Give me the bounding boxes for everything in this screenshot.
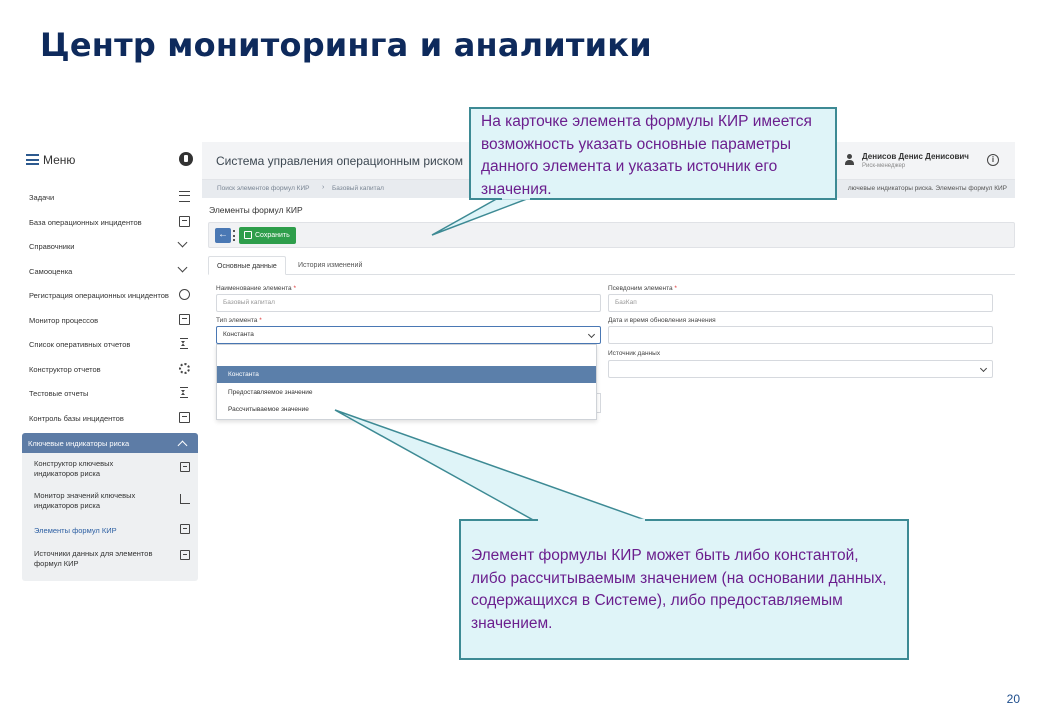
date-field-label: Дата и время обновления значения: [608, 317, 716, 324]
sidebar-subitem-label: Элементы формул КИР: [34, 526, 117, 535]
user-name[interactable]: Денисов Денис Денисович: [862, 152, 969, 161]
bar-chart-icon: [180, 494, 190, 504]
sidebar-item-label: Регистрация операционных инцидентов: [29, 291, 169, 300]
chevron-up-icon: [177, 440, 188, 451]
sidebar-item-label: Самооценка: [29, 267, 73, 276]
element-name-input[interactable]: Базовый капитал: [216, 294, 601, 312]
document-icon: [180, 550, 190, 560]
slide-title: Центр мониторинга и аналитики: [40, 26, 652, 64]
tab-change-history[interactable]: История изменений: [290, 256, 370, 275]
element-alias-input[interactable]: БазКап: [608, 294, 993, 312]
sidebar-item-label: Монитор процессов: [29, 316, 99, 325]
alias-label-text: Псевдоним элемента: [608, 285, 673, 292]
sidebar-item-label: Конструктор отчетов: [29, 365, 101, 374]
sidebar-item-label: Список оперативных отчетов: [29, 340, 131, 349]
sidebar-item-references[interactable]: Справочники: [22, 234, 198, 258]
element-type-value: Константа: [223, 331, 254, 338]
type-label-text: Тип элемента: [216, 317, 258, 324]
monitor-icon: [179, 314, 190, 325]
sidebar-section-kri: Ключевые индикаторы риска Конструктор кл…: [22, 433, 198, 581]
pin-icon[interactable]: [179, 152, 193, 166]
save-button-label: Сохранить: [255, 232, 290, 239]
sidebar-item-self-assessment[interactable]: Самооценка: [22, 259, 198, 283]
hourglass-icon: [180, 338, 188, 349]
sidebar-subitem-formula-elements[interactable]: Элементы формул КИР: [22, 524, 198, 540]
sidebar-item-label: Задачи: [29, 193, 55, 202]
source-field-label: Источник данных: [608, 350, 661, 357]
chevron-down-icon: [177, 237, 188, 248]
sidebar-subitem-kri-builder[interactable]: Конструктор ключевых индикаторов риска: [22, 459, 198, 485]
sidebar-subitem-label: Монитор значений ключевых индикаторов ри…: [34, 491, 136, 510]
sidebar-item-report-builder[interactable]: Конструктор отчетов: [22, 357, 198, 381]
sidebar-item-label: Тестовые отчеты: [29, 389, 89, 398]
element-type-dropdown: Константа Предоставляемое значение Рассч…: [216, 344, 597, 420]
hourglass-icon: [180, 387, 188, 398]
callout-card-parameters: На карточке элемента формулы КИР имеется…: [469, 107, 837, 200]
element-type-select[interactable]: Константа: [216, 326, 601, 344]
breadcrumb-separator: ›: [322, 184, 325, 191]
callout-element-types: Элемент формулы КИР может быть либо конс…: [459, 519, 909, 660]
page-heading: Элементы формул КИР: [209, 205, 303, 215]
database-icon: [179, 412, 190, 423]
hidden-field-edge: [597, 393, 601, 413]
save-icon: [244, 231, 252, 239]
tab-bar: Основные данные История изменений: [208, 256, 1015, 275]
required-mark: *: [674, 285, 677, 292]
sidebar-item-incidents-db[interactable]: База операционных инцидентов: [22, 210, 198, 234]
required-mark: *: [293, 285, 296, 292]
more-options-icon[interactable]: [233, 230, 235, 241]
sidebar-item-label: Справочники: [29, 242, 75, 251]
database-icon: [179, 216, 190, 227]
sidebar-subitem-data-sources[interactable]: Источники данных для элементов формул КИ…: [22, 549, 198, 575]
info-icon[interactable]: i: [987, 154, 999, 166]
database-icon: [180, 462, 190, 472]
required-mark: *: [259, 317, 262, 324]
sidebar-item-incident-control[interactable]: Контроль базы инцидентов: [22, 406, 198, 430]
sidebar-item-process-monitor[interactable]: Монитор процессов: [22, 308, 198, 332]
app-title: Система управления операционным риском: [216, 154, 464, 168]
save-button[interactable]: Сохранить: [239, 227, 296, 244]
chevron-down-icon: [177, 262, 188, 273]
sidebar-item-label: База операционных инцидентов: [29, 218, 142, 227]
user-icon: [845, 154, 854, 165]
sidebar: Меню Задачи База операционных инцидентов…: [22, 142, 198, 582]
toolbar: ← Сохранить: [208, 222, 1015, 248]
name-field-label: Наименование элемента *: [216, 285, 296, 292]
sidebar-item-incident-registration[interactable]: Регистрация операционных инцидентов: [22, 283, 198, 307]
chevron-down-icon: [587, 330, 596, 339]
sidebar-subitem-kri-monitor[interactable]: Монитор значений ключевых индикаторов ри…: [22, 491, 198, 517]
sidebar-item-tasks[interactable]: Задачи: [22, 185, 198, 209]
page-number: 20: [1006, 692, 1020, 706]
sidebar-header: Меню: [22, 142, 198, 178]
update-date-input[interactable]: [608, 326, 993, 344]
breadcrumb-section-path: лючевые индикаторы риска. Элементы форму…: [847, 185, 1007, 192]
task-list-icon: [179, 191, 190, 202]
data-source-select[interactable]: [608, 360, 993, 378]
document-icon: [180, 524, 190, 534]
name-label-text: Наименование элемента: [216, 285, 292, 292]
sidebar-subitem-label: Источники данных для элементов формул КИ…: [34, 549, 153, 568]
option-constant[interactable]: Константа: [217, 366, 596, 383]
sidebar-item-label: Контроль базы инцидентов: [29, 414, 124, 423]
breadcrumb-current: Базовый капитал: [332, 185, 384, 192]
type-field-label: Тип элемента *: [216, 317, 262, 324]
breadcrumb-search-link[interactable]: Поиск элементов формул КИР: [217, 185, 309, 192]
option-provided-value[interactable]: Предоставляемое значение: [217, 384, 596, 401]
alias-field-label: Псевдоним элемента *: [608, 285, 677, 292]
option-calculated-value[interactable]: Рассчитываемое значение: [217, 401, 596, 418]
back-button[interactable]: ←: [215, 228, 231, 243]
sidebar-item-operational-reports[interactable]: Список оперативных отчетов: [22, 332, 198, 356]
chevron-down-icon: [979, 364, 988, 373]
menu-label[interactable]: Меню: [43, 153, 75, 167]
sidebar-item-test-reports[interactable]: Тестовые отчеты: [22, 381, 198, 405]
sidebar-section-header[interactable]: Ключевые индикаторы риска: [22, 433, 198, 453]
sidebar-section-label: Ключевые индикаторы риска: [28, 439, 130, 448]
sidebar-subitem-label: Конструктор ключевых индикаторов риска: [34, 459, 114, 478]
hamburger-menu-icon[interactable]: [26, 154, 39, 165]
user-role: Риск-менеджер: [862, 163, 906, 169]
register-icon: [179, 289, 190, 300]
gears-icon: [179, 363, 190, 374]
tab-main-data[interactable]: Основные данные: [208, 256, 286, 275]
